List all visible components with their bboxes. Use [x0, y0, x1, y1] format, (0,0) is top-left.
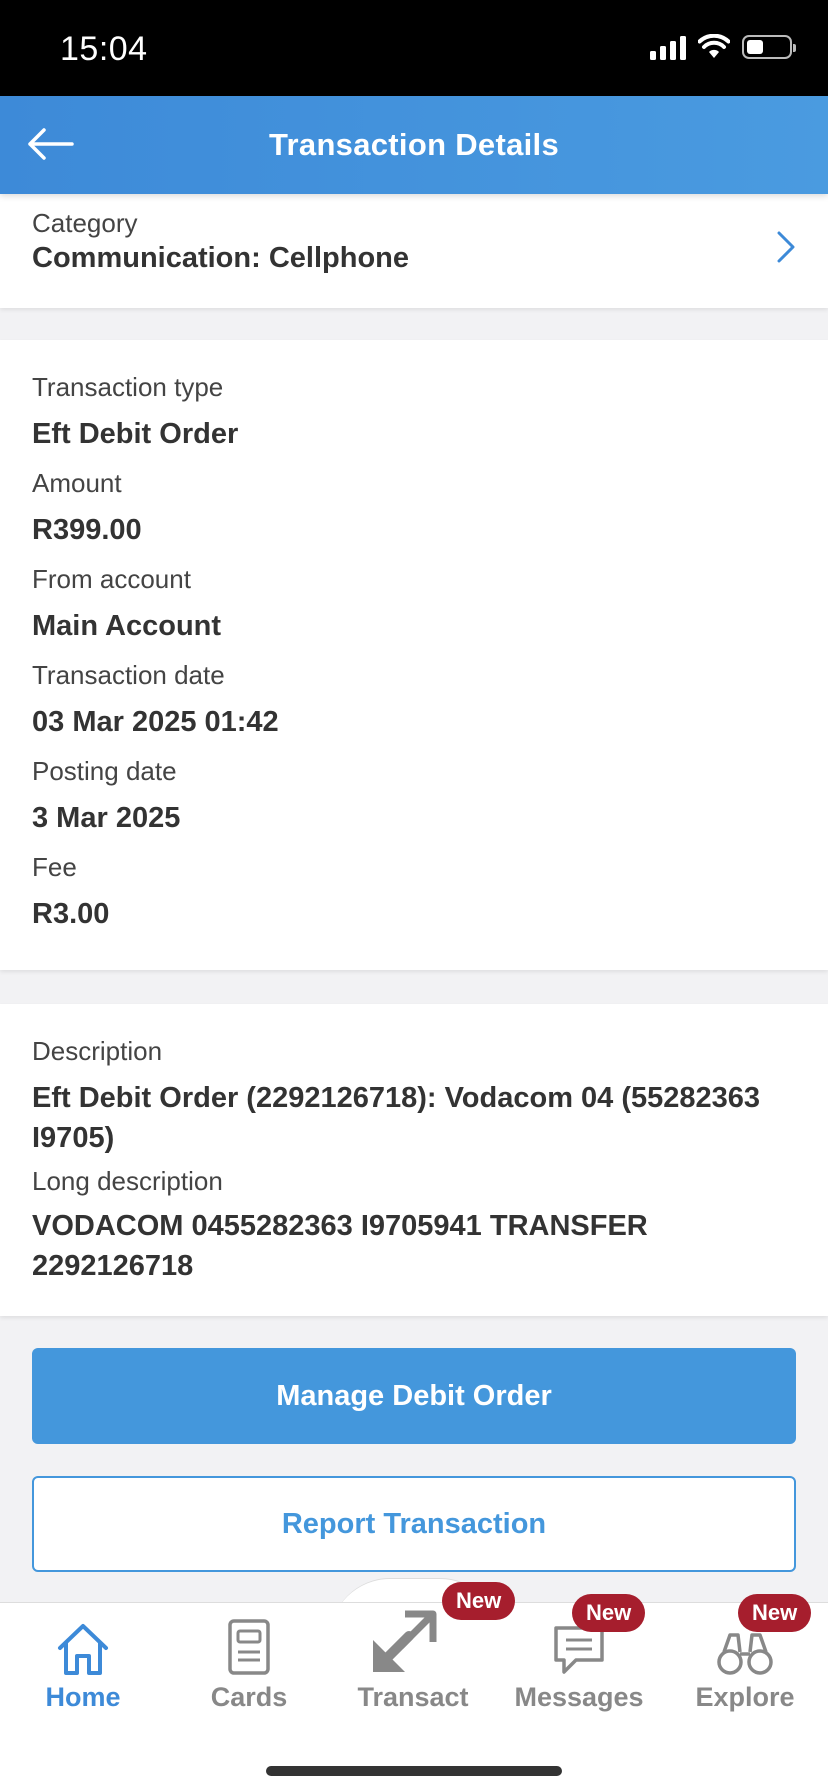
tab-home-label: Home: [45, 1682, 121, 1712]
fee-label: Fee: [32, 852, 77, 882]
description-value-line1: Eft Debit Order (2292126718): Vodacom 04…: [32, 1082, 761, 1114]
fee-value: R3.00: [32, 898, 110, 930]
long-description-line1: VODACOM 0455282363 I9705941 TRANSFER: [32, 1210, 648, 1242]
long-description-label: Long description: [32, 1166, 223, 1196]
chevron-right-icon: [777, 231, 795, 263]
status-bar: 15:04: [0, 0, 828, 96]
tab-explore-label: Explore: [695, 1682, 795, 1712]
tab-home[interactable]: Home: [0, 1614, 166, 1724]
category-value: Communication: Cellphone: [32, 242, 409, 274]
status-time: 15:04: [60, 30, 148, 68]
transaction-details-card: Transaction type Eft Debit Order Amount …: [0, 340, 828, 970]
transaction-type-label: Transaction type: [32, 372, 224, 402]
report-transaction-button[interactable]: Report Transaction: [32, 1476, 796, 1572]
back-arrow-icon: [28, 128, 74, 160]
tab-cards[interactable]: Cards: [166, 1614, 332, 1724]
explore-new-badge: New: [738, 1594, 812, 1632]
battery-icon: [742, 35, 796, 59]
app-header: Transaction Details: [0, 96, 828, 194]
tab-messages-label: Messages: [514, 1682, 644, 1712]
tab-transact[interactable]: Transact: [330, 1610, 496, 1724]
description-value-line2: I9705): [32, 1122, 115, 1154]
description-label: Description: [32, 1036, 163, 1066]
category-row[interactable]: Category Communication: Cellphone: [0, 194, 828, 308]
signal-icon: [650, 34, 686, 60]
home-icon: [58, 1624, 108, 1675]
posting-date-label: Posting date: [32, 756, 177, 786]
tab-messages[interactable]: Messages: [496, 1614, 662, 1724]
page-title: Transaction Details: [269, 127, 559, 162]
tab-cards-label: Cards: [210, 1682, 288, 1712]
amount-value: R399.00: [32, 514, 142, 546]
tab-explore[interactable]: Explore: [662, 1614, 828, 1724]
tab-transact-label: Transact: [357, 1682, 469, 1712]
manage-debit-order-button[interactable]: Manage Debit Order: [32, 1348, 796, 1444]
description-card: Description Eft Debit Order (2292126718)…: [0, 1004, 828, 1316]
transaction-type-value: Eft Debit Order: [32, 418, 239, 450]
amount-label: Amount: [32, 468, 122, 498]
binoculars-icon: [717, 1633, 773, 1675]
transaction-date-value: 03 Mar 2025 01:42: [32, 706, 279, 738]
wifi-icon: [698, 34, 730, 58]
from-account-label: From account: [32, 564, 191, 594]
messages-new-badge: New: [572, 1594, 646, 1632]
status-icons: [650, 34, 796, 60]
back-button[interactable]: [26, 118, 82, 170]
transaction-date-label: Transaction date: [32, 660, 225, 690]
long-description-line2: 2292126718: [32, 1250, 194, 1282]
home-indicator: [266, 1766, 562, 1776]
card-icon: [228, 1619, 270, 1675]
posting-date-value: 3 Mar 2025: [32, 802, 181, 834]
from-account-value: Main Account: [32, 610, 222, 642]
transact-new-badge: New: [442, 1582, 516, 1620]
category-label: Category: [32, 208, 138, 238]
